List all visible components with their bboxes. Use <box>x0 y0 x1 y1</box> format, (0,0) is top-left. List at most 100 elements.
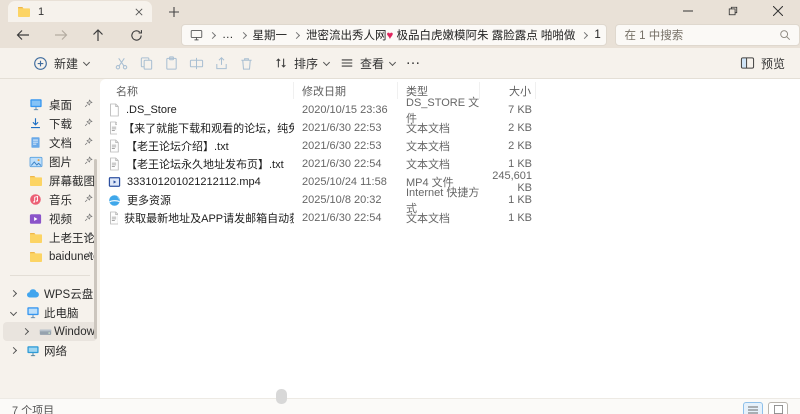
chevron-right-icon[interactable] <box>9 289 18 298</box>
new-button-label: 新建 <box>54 56 79 71</box>
this-pc-icon <box>190 29 203 41</box>
file-row[interactable]: 【老王论坛永久地址发布页】.txt 2021/6/30 22:54 文本文档 1… <box>100 155 800 173</box>
tab-title: 1 <box>38 5 45 18</box>
pin-icon <box>84 156 93 165</box>
sidebar-item-wps-cloud[interactable]: WPS云盘 <box>0 284 100 303</box>
drive-icon <box>39 327 52 337</box>
preview-button-label: 预览 <box>760 56 785 71</box>
text-file-icon <box>108 211 119 225</box>
pin-icon <box>84 137 93 146</box>
plus-circle-icon <box>33 56 48 71</box>
view-button[interactable]: 查看 <box>335 51 401 75</box>
sidebar-item-documents[interactable]: 文档 <box>0 133 100 152</box>
sort-button[interactable]: 排序 <box>269 51 335 75</box>
delete-icon[interactable] <box>234 51 259 75</box>
sidebar-item-videos[interactable]: 视频 <box>0 209 100 228</box>
chevron-right-icon[interactable] <box>21 327 30 336</box>
sidebar-item-downloads[interactable]: 下载 <box>0 114 100 133</box>
window-controls <box>665 0 800 22</box>
breadcrumb-segment-current[interactable]: 1 <box>594 29 600 41</box>
minimize-button[interactable] <box>665 0 710 22</box>
pin-icon <box>84 175 93 184</box>
sidebar-item-baidunetdisk[interactable]: baidunetdisl <box>0 247 100 266</box>
internet-shortcut-icon <box>108 194 121 207</box>
sort-button-label: 排序 <box>294 56 319 71</box>
desktop-icon <box>29 98 43 111</box>
video-icon <box>29 213 42 225</box>
sort-arrows-icon <box>274 56 288 70</box>
pin-icon <box>84 213 93 222</box>
paste-icon[interactable] <box>159 51 184 75</box>
chevron-down-icon <box>84 59 90 65</box>
file-row[interactable]: 【老王论坛介绍】.txt 2021/6/30 22:53 文本文档 2 KB <box>100 137 800 155</box>
share-icon[interactable] <box>209 51 234 75</box>
sidebar-item-laowang-folder[interactable]: 上老王论坛当 <box>0 228 100 247</box>
pin-icon <box>84 194 93 203</box>
sidebar-divider <box>10 275 90 276</box>
file-row[interactable]: 获取最新地址及APP请发邮箱自动获取.txt 2021/6/30 22:54 文… <box>100 209 800 227</box>
pin-icon <box>84 118 93 127</box>
address-bar[interactable]: … 星期一 泄密流出秀人网♥ 极品白虎嫩模阿朱 露脸露点 啪啪做 1 <box>181 24 608 46</box>
preview-button[interactable]: 预览 <box>735 51 790 75</box>
pc-icon <box>26 306 40 319</box>
chevron-down-icon[interactable] <box>9 308 18 317</box>
icons-view-button[interactable] <box>768 402 788 414</box>
file-row[interactable]: .DS_Store 2020/10/15 23:36 DS_STORE 文件 7… <box>100 97 800 125</box>
refresh-icon[interactable] <box>121 24 151 46</box>
folder-icon <box>29 175 43 187</box>
folder-icon <box>29 232 43 244</box>
copy-icon[interactable] <box>134 51 159 75</box>
breadcrumb-segment-folder[interactable]: 泄密流出秀人网♥ 极品白虎嫩模阿朱 露脸露点 啪啪做 <box>306 27 575 43</box>
sidebar-item-screenshots[interactable]: 屏幕截图 <box>0 171 100 190</box>
forward-icon[interactable] <box>46 24 76 46</box>
sidebar-item-windows-ssd[interactable]: Windows-SSD <box>3 322 97 341</box>
scrollbar-thumb[interactable] <box>276 389 287 404</box>
search-placeholder: 在 1 中搜索 <box>624 30 684 42</box>
breadcrumb-chevron-icon <box>239 31 247 39</box>
search-icon <box>779 29 791 41</box>
new-button[interactable]: 新建 <box>28 51 95 75</box>
file-row[interactable]: 【来了就能下载和观看的论坛，纯免费！】.txt 2021/6/30 22:53 … <box>100 119 800 137</box>
text-file-icon <box>108 121 118 135</box>
back-icon[interactable] <box>8 24 38 46</box>
sidebar-item-this-pc[interactable]: 此电脑 <box>0 303 100 322</box>
cut-icon[interactable] <box>109 51 134 75</box>
download-icon <box>29 117 42 130</box>
column-header-date[interactable]: 修改日期 <box>294 82 398 99</box>
view-button-label: 查看 <box>360 56 385 71</box>
file-list-pane: 名称 修改日期 类型 大小 .DS_Store 2020/10/15 23:36… <box>100 79 800 398</box>
network-icon <box>26 345 40 357</box>
more-options-icon[interactable]: … <box>401 51 426 75</box>
sidebar-item-music[interactable]: 音乐 <box>0 190 100 209</box>
explorer-tab[interactable]: 1 <box>8 1 152 22</box>
breadcrumb-chevron-icon <box>292 31 301 39</box>
navigation-bar: … 星期一 泄密流出秀人网♥ 极品白虎嫩模阿朱 露脸露点 啪啪做 1 在 1 中… <box>0 22 800 48</box>
up-icon[interactable] <box>84 24 114 46</box>
pin-icon <box>84 251 93 260</box>
heart-icon: ♥ <box>386 30 394 42</box>
cloud-icon <box>26 288 40 299</box>
pictures-icon <box>29 156 43 168</box>
details-view-button[interactable] <box>743 402 763 414</box>
breadcrumb-segment-week[interactable]: 星期一 <box>253 27 288 43</box>
document-icon <box>29 136 42 149</box>
rename-icon[interactable] <box>184 51 209 75</box>
new-tab-button[interactable] <box>166 4 182 20</box>
column-header-size[interactable]: 大小 <box>480 82 536 99</box>
breadcrumb-ellipsis[interactable]: … <box>222 29 234 41</box>
search-input[interactable]: 在 1 中搜索 <box>615 24 800 46</box>
status-bar: 7 个项目 <box>0 389 800 414</box>
sidebar-item-desktop[interactable]: 桌面 <box>0 95 100 114</box>
sidebar-item-pictures[interactable]: 图片 <box>0 152 100 171</box>
chevron-right-icon[interactable] <box>9 346 18 355</box>
restore-button[interactable] <box>710 0 755 22</box>
sidebar-item-network[interactable]: 网络 <box>0 341 100 360</box>
file-row[interactable]: 更多资源 2025/10/8 20:32 Internet 快捷方式 1 KB <box>100 187 800 215</box>
tab-close-icon[interactable] <box>132 5 146 19</box>
close-button[interactable] <box>755 0 800 22</box>
file-list: .DS_Store 2020/10/15 23:36 DS_STORE 文件 7… <box>100 97 800 227</box>
sidebar-scrollbar[interactable] <box>94 159 97 339</box>
column-header-name[interactable]: 名称 <box>108 82 294 99</box>
pin-icon <box>84 99 93 108</box>
music-icon <box>29 193 42 206</box>
